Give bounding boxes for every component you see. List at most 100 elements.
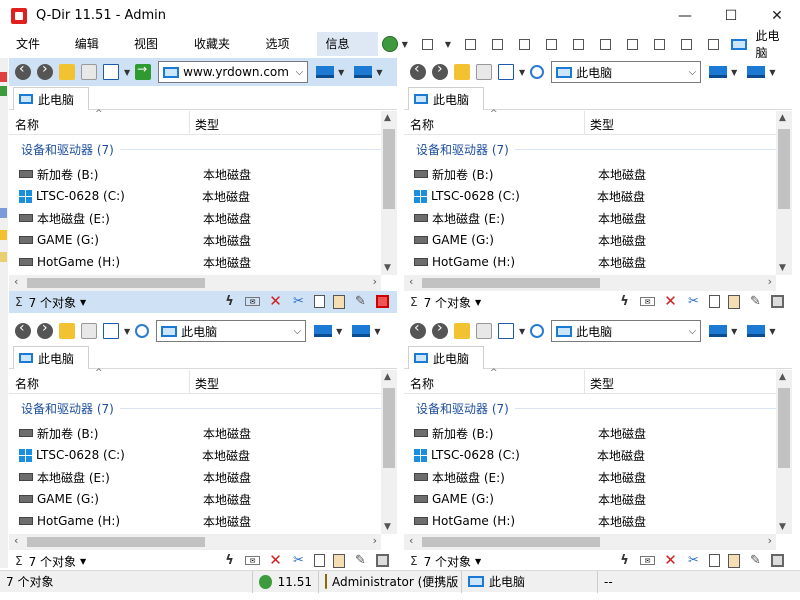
chevron-down-icon[interactable]: ▼: [731, 68, 737, 77]
monitor-icon[interactable]: [709, 66, 728, 78]
scroll-thumb[interactable]: [27, 537, 205, 547]
folder-up-icon[interactable]: [59, 64, 75, 80]
monitor-icon[interactable]: [747, 66, 766, 78]
envelope-icon[interactable]: ✉: [640, 556, 655, 565]
properties-icon[interactable]: ✎: [353, 553, 368, 568]
object-count[interactable]: 7 个对象: [29, 553, 76, 570]
layout-icon[interactable]: [465, 38, 477, 50]
list-item[interactable]: GAME (G:) 本地磁盘: [9, 229, 381, 251]
pane-top-left[interactable]: ▼ www.yrdown.com ⌵ ▼ ▼ 此电脑 ^ 名称 类型设备和驱动器 (7) 新加卷 …: [9, 58, 397, 313]
refresh-icon[interactable]: [530, 324, 545, 338]
forward-icon[interactable]: [37, 61, 53, 80]
new-folder-icon[interactable]: [476, 64, 492, 80]
scroll-right-icon[interactable]: ›: [768, 534, 772, 547]
new-folder-icon[interactable]: [476, 323, 492, 339]
scroll-right-icon[interactable]: ›: [373, 534, 377, 547]
vertical-scrollbar[interactable]: ▲ ▼: [776, 111, 792, 275]
folder-up-icon[interactable]: [454, 64, 470, 80]
column-divider[interactable]: [189, 370, 190, 394]
back-icon[interactable]: [15, 61, 31, 80]
chevron-down-icon[interactable]: ▼: [124, 68, 130, 77]
layout-icon[interactable]: [492, 38, 504, 50]
list-item[interactable]: 本地磁盘 (E:) 本地磁盘: [404, 466, 776, 488]
column-header-type[interactable]: 类型: [195, 375, 219, 392]
layout-icon[interactable]: [573, 38, 585, 50]
refresh-icon[interactable]: [135, 324, 150, 338]
properties-icon[interactable]: ✎: [748, 553, 763, 568]
file-list[interactable]: ^ 名称 类型 设备和驱动器 (7) 新加卷 (B:) 本地磁盘 LTSC-0628 (C:…: [404, 109, 792, 291]
forward-icon[interactable]: [432, 320, 448, 339]
address-bar[interactable]: 此电脑 ⌵: [156, 320, 307, 342]
scroll-thumb[interactable]: [778, 388, 790, 468]
back-icon[interactable]: [15, 320, 31, 339]
delete-icon[interactable]: ✕: [268, 294, 283, 309]
file-list[interactable]: ^ 名称 类型 设备和驱动器 (7) 新加卷 (B:) 本地磁盘 LTSC-0628 (C:…: [9, 109, 397, 291]
object-count[interactable]: 7 个对象: [424, 553, 471, 570]
layout-icon[interactable]: [546, 38, 558, 50]
cut-icon[interactable]: ✂: [686, 553, 701, 568]
scroll-thumb[interactable]: [383, 129, 395, 209]
new-folder-icon[interactable]: [81, 64, 97, 80]
horizontal-scrollbar[interactable]: ‹ ›: [404, 275, 776, 291]
list-item[interactable]: 本地磁盘 (E:) 本地磁盘: [404, 207, 776, 229]
forward-icon[interactable]: [37, 320, 53, 339]
properties-icon[interactable]: ✎: [748, 294, 763, 309]
paste-icon[interactable]: [728, 294, 740, 309]
column-header-type[interactable]: 类型: [590, 375, 614, 392]
menu-view[interactable]: 视图 (V): [126, 32, 186, 75]
list-item[interactable]: LTSC-0628 (C:) 本地磁盘: [404, 444, 776, 466]
new-folder-icon[interactable]: [81, 323, 97, 339]
copy-icon[interactable]: [709, 554, 720, 567]
chevron-down-icon[interactable]: ⌵: [294, 326, 302, 337]
cut-icon[interactable]: ✂: [291, 294, 306, 309]
scroll-left-icon[interactable]: ‹: [14, 275, 18, 288]
copy-icon[interactable]: [709, 295, 720, 308]
tab-this-pc[interactable]: 此电脑: [13, 87, 89, 110]
refresh-icon[interactable]: [530, 65, 545, 79]
paste-icon[interactable]: [333, 553, 345, 568]
scroll-right-icon[interactable]: ›: [373, 275, 377, 288]
scroll-left-icon[interactable]: ‹: [14, 534, 18, 547]
envelope-icon[interactable]: ✉: [640, 297, 655, 306]
pane-bottom-right[interactable]: ▼此电脑⌵▼▼此电脑^名称类型设备和驱动器 (7)新加卷 (B:)本地磁盘LTS…: [404, 317, 792, 572]
globe-icon[interactable]: [382, 36, 398, 52]
delete-icon[interactable]: ✕: [663, 553, 678, 568]
this-pc-shortcut[interactable]: 此电脑: [727, 27, 790, 61]
scroll-thumb[interactable]: [383, 388, 395, 468]
monitor-icon[interactable]: [352, 325, 371, 337]
chevron-down-icon[interactable]: ▼: [374, 327, 380, 336]
menu-options[interactable]: 选项 (X): [258, 32, 318, 75]
chevron-down-icon[interactable]: ▼: [769, 327, 775, 336]
delete-icon[interactable]: ✕: [663, 294, 678, 309]
list-item[interactable]: HotGame (H:) 本地磁盘: [9, 251, 381, 273]
chevron-down-icon[interactable]: ⌵: [689, 326, 697, 337]
chevron-down-icon[interactable]: ▼: [445, 40, 451, 49]
group-header[interactable]: 设备和驱动器 (7): [21, 141, 381, 158]
cut-icon[interactable]: ✂: [686, 294, 701, 309]
chevron-down-icon[interactable]: ⌵: [689, 67, 697, 78]
minimize-button[interactable]: —: [662, 0, 708, 31]
column-header-name[interactable]: 名称: [15, 375, 39, 392]
address-bar[interactable]: 此电脑 ⌵: [551, 320, 702, 342]
layout-icon[interactable]: [627, 38, 639, 50]
monitor-icon[interactable]: [747, 325, 766, 337]
menu-file[interactable]: 文件 (F): [8, 32, 67, 75]
view-mode-icon[interactable]: [498, 64, 514, 80]
chevron-down-icon[interactable]: ▼: [124, 327, 130, 336]
list-item[interactable]: GAME (G:) 本地磁盘: [9, 488, 381, 510]
file-list[interactable]: ^ 名称 类型 设备和驱动器 (7) 新加卷 (B:) 本地磁盘 LTSC-0628 (C:…: [9, 368, 397, 550]
column-divider[interactable]: [584, 111, 585, 135]
list-item[interactable]: 新加卷 (B:) 本地磁盘: [404, 163, 776, 185]
vertical-scrollbar[interactable]: ▲ ▼: [381, 111, 397, 275]
scroll-left-icon[interactable]: ‹: [409, 534, 413, 547]
lightning-icon[interactable]: ϟ: [222, 553, 237, 568]
delete-icon[interactable]: ✕: [268, 553, 283, 568]
view-mode-icon[interactable]: [103, 64, 119, 80]
chevron-down-icon[interactable]: ▼: [519, 327, 525, 336]
vertical-scrollbar[interactable]: ▲ ▼: [776, 370, 792, 534]
file-list[interactable]: ^ 名称 类型 设备和驱动器 (7) 新加卷 (B:) 本地磁盘 LTSC-0628 (C:…: [404, 368, 792, 550]
copy-icon[interactable]: [314, 295, 325, 308]
column-header-name[interactable]: 名称: [410, 116, 434, 133]
scroll-up-icon[interactable]: ▲: [779, 113, 786, 123]
list-item[interactable]: HotGame (H:) 本地磁盘: [404, 510, 776, 532]
